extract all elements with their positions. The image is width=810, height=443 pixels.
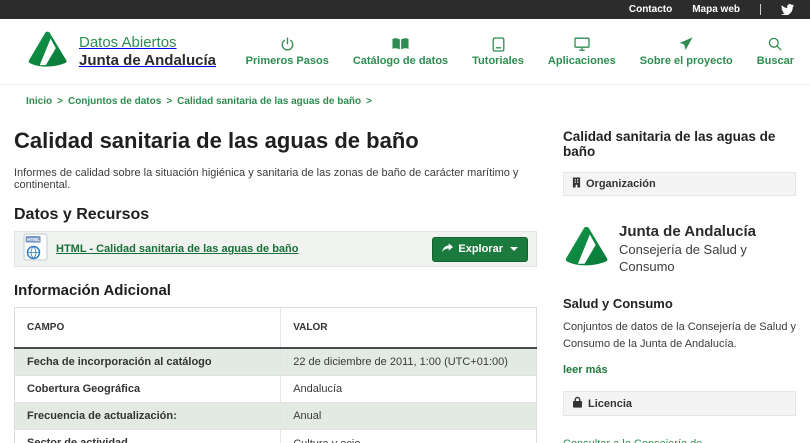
field-value: Anual [280,402,537,430]
field-value: Cultura y ocio Medio ambiente Salud [280,429,537,443]
html-file-icon: HTML [23,233,48,266]
nav-label: Catálogo de datos [352,54,449,67]
nav-label: Sobre el proyecto [639,54,733,67]
table-row: Sector de actividad Cultura y ocio Medio… [14,429,537,443]
main-nav: Primeros Pasos Catálogo de datos Tutoria… [245,36,794,67]
table-header-valor: VALOR [280,307,537,349]
nav-item-sobre-el-proyecto[interactable]: Sobre el proyecto [640,37,733,67]
org-logo-line1: Junta de Andalucía [619,223,756,240]
organization-logo-block: Junta de Andalucía Consejería de Salud y… [563,222,796,275]
organization-logo-text: Junta de Andalucía Consejería de Salud y… [619,222,796,275]
field-label: Fecha de incorporación al catálogo [14,348,282,376]
resource-link[interactable]: HTML - Calidad sanitaria de las aguas de… [56,243,432,255]
field-label: Sector de actividad [14,429,282,443]
license-heading: Licencia [588,397,633,410]
nav-label: Aplicaciones [547,54,616,67]
table-row: Cobertura Geográfica Andalucía [14,375,537,403]
content-area: Calidad sanitaria de las aguas de baño I… [0,116,810,443]
chevron-right-icon: > [366,96,372,107]
lock-icon [572,396,583,411]
site-logo[interactable]: Datos Abiertos Junta de Andalucía [26,29,216,74]
site-header: Datos Abiertos Junta de Andalucía Primer… [0,19,810,85]
nav-item-primeros-pasos[interactable]: Primeros Pasos [245,36,329,67]
organization-description: Conjuntos de datos de la Consejería de S… [563,321,796,351]
org-logo-line2: Consejería de Salud y Consumo [619,242,747,274]
organization-name: Salud y Consumo [563,296,673,311]
chevron-right-icon: > [57,96,63,107]
paper-plane-icon [679,37,693,52]
read-more-link[interactable]: leer más [563,364,608,376]
field-value: Andalucía [280,375,537,403]
brand-line1: Datos Abiertos [79,33,177,51]
top-utility-bar: Contacto Mapa web [0,0,810,19]
junta-a-logo-icon [26,29,70,74]
breadcrumb-item-conjuntos[interactable]: Conjuntos de datos [68,96,161,107]
nav-label: Buscar [756,54,794,67]
field-value: 22 de diciembre de 2011, 1:00 (UTC+01:00… [280,348,537,376]
table-row: Fecha de incorporación al catálogo 22 de… [14,348,537,376]
building-icon [572,177,581,191]
explore-button-label: Explorar [458,243,503,255]
table-header-campo: CAMPO [14,307,282,349]
open-book-icon [392,37,409,52]
monitor-icon [574,37,590,52]
organization-heading: Organización [586,178,656,190]
license-link[interactable]: Consultar a la Consejería de Salud [563,438,729,443]
main-column: Calidad sanitaria de las aguas de baño I… [14,120,537,443]
nav-label: Primeros Pasos [245,54,329,67]
nav-item-aplicaciones[interactable]: Aplicaciones [548,37,616,67]
breadcrumb-item-current[interactable]: Calidad sanitaria de las aguas de baño [177,96,361,107]
search-icon [768,37,782,52]
share-arrow-icon [442,242,454,256]
page-title: Calidad sanitaria de las aguas de baño [14,128,419,153]
brand-text: Datos Abiertos Junta de Andalucía [79,34,216,70]
journal-icon [492,36,505,52]
resources-heading: Datos y Recursos [14,206,150,223]
nav-item-buscar[interactable]: Buscar [757,37,794,67]
license-row: Consultar a la Consejería de Salud OPEN … [563,438,796,443]
html-badge-label: HTML [27,237,40,242]
field-label: Frecuencia de actualización: [14,402,282,430]
nav-label: Tutoriales [472,54,524,67]
resource-row[interactable]: HTML HTML - Calidad sanitaria de las agu… [14,231,537,267]
license-section-header: Licencia [563,391,796,417]
additional-info-heading: Información Adicional [14,282,171,299]
additional-info-table: CAMPO VALOR Fecha de incorporación al ca… [14,307,537,443]
explore-button[interactable]: Explorar [432,236,528,262]
caret-down-icon [510,247,518,251]
sitemap-link[interactable]: Mapa web [692,4,740,15]
nav-item-catalogo-de-datos[interactable]: Catálogo de datos [353,37,448,67]
dataset-description: Informes de calidad sobre la situación h… [14,167,519,191]
contact-link[interactable]: Contacto [629,4,672,15]
brand-line2: Junta de Andalucía [79,51,216,69]
table-row: Frecuencia de actualización: Anual [14,402,537,430]
breadcrumb-item-inicio[interactable]: Inicio [26,96,52,107]
divider [760,4,761,15]
breadcrumb: Inicio > Conjuntos de datos > Calidad sanita… [0,85,810,116]
nav-item-tutoriales[interactable]: Tutoriales [472,36,524,67]
sector-value-line: Cultura y ocio [293,437,524,443]
twitter-link[interactable] [781,4,794,15]
power-icon [280,36,295,52]
junta-a-logo-icon [563,224,611,273]
chevron-right-icon: > [166,96,173,107]
organization-section-header: Organización [563,172,796,196]
twitter-icon [781,4,794,15]
sidebar: Calidad sanitaria de las aguas de baño O… [563,120,796,443]
sidebar-dataset-title: Calidad sanitaria de las aguas de baño [563,129,776,159]
field-label: Cobertura Geográfica [14,375,282,403]
